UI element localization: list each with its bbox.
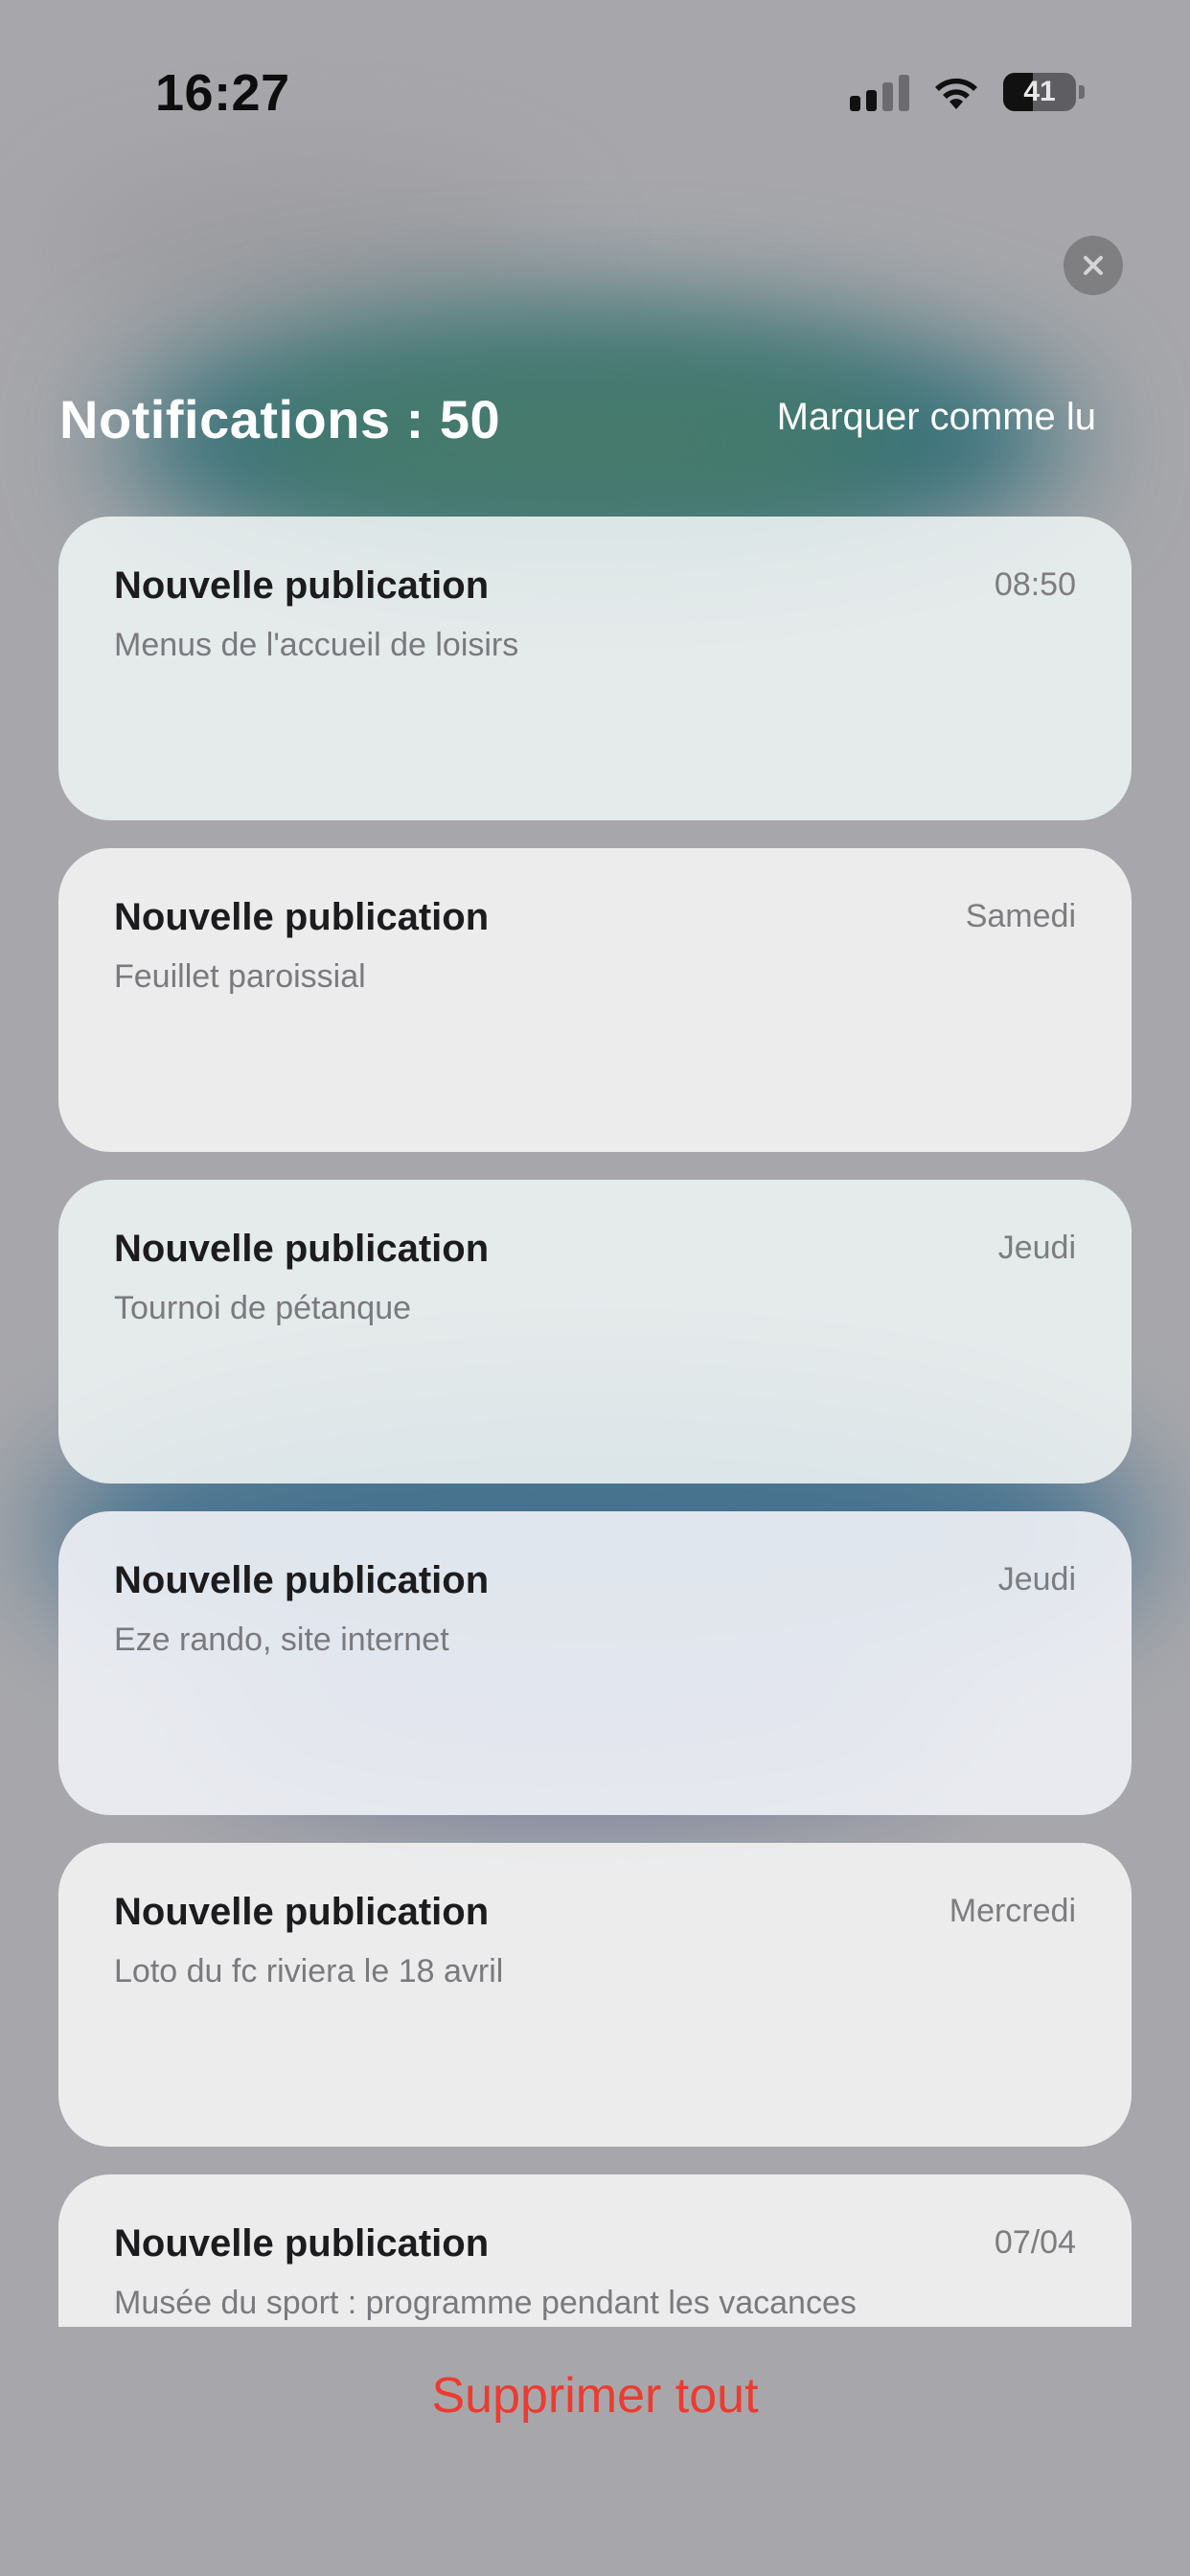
close-button[interactable] [1064, 236, 1123, 295]
battery-level: 41 [1023, 76, 1056, 107]
notification-card[interactable]: Nouvelle publication 07/04 Musée du spor… [58, 2174, 1132, 2327]
close-icon [1084, 256, 1103, 275]
notification-body: Musée du sport : programme pendant les v… [114, 2285, 857, 2321]
battery-icon: 41 [1003, 73, 1085, 111]
mark-as-read-button[interactable]: Marquer comme lu [777, 396, 1096, 439]
notification-list[interactable]: Nouvelle publication 08:50 Menus de l'ac… [58, 517, 1132, 2327]
notification-card[interactable]: Nouvelle publication Jeudi Tournoi de pé… [58, 1180, 1132, 1484]
notification-body: Tournoi de pétanque [114, 1290, 412, 1326]
wifi-icon [935, 78, 977, 109]
notification-body: Eze rando, site internet [114, 1622, 449, 1658]
notification-time: 07/04 [994, 2224, 1076, 2261]
notification-time: Mercredi [949, 1893, 1076, 1929]
notification-title: Nouvelle publication [114, 1891, 490, 1933]
cellular-signal-icon [850, 73, 909, 111]
notifications-title: Notifications : 50 [59, 389, 501, 449]
delete-all-button[interactable]: Supprimer tout [0, 2367, 1190, 2425]
notification-time: 08:50 [994, 566, 1076, 603]
notification-body: Loto du fc riviera le 18 avril [114, 1953, 504, 1990]
notification-title: Nouvelle publication [114, 1559, 490, 1601]
notification-title: Nouvelle publication [114, 2222, 490, 2265]
notification-body: Menus de l'accueil de loisirs [114, 627, 519, 663]
notification-card[interactable]: Nouvelle publication Jeudi Eze rando, si… [58, 1511, 1132, 1815]
status-time: 16:27 [155, 64, 290, 122]
notification-title: Nouvelle publication [114, 1228, 490, 1270]
notification-card[interactable]: Nouvelle publication Mercredi Loto du fc… [58, 1843, 1132, 2147]
notification-card[interactable]: Nouvelle publication 08:50 Menus de l'ac… [58, 517, 1132, 820]
notification-time: Samedi [965, 898, 1076, 934]
status-icons: 41 [850, 73, 1085, 111]
status-bar: 16:27 41 [0, 0, 1190, 192]
notification-time: Jeudi [997, 1230, 1076, 1266]
background-blur [57, 172, 556, 326]
notification-title: Nouvelle publication [114, 896, 490, 938]
notification-title: Nouvelle publication [114, 564, 490, 607]
notification-body: Feuillet paroissial [114, 958, 366, 995]
notification-card[interactable]: Nouvelle publication Samedi Feuillet par… [58, 848, 1132, 1152]
notification-time: Jeudi [997, 1561, 1076, 1598]
